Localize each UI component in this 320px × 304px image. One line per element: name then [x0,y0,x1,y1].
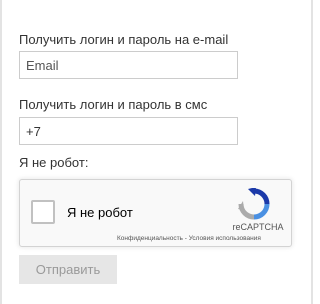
left-edge-divider [0,0,2,304]
recaptcha-widget: Я не робот reCAPTCHA Конфиденциальность … [19,179,292,247]
email-section-label: Получить логин и пароль на e-mail [19,32,229,47]
terms-link[interactable]: Условия использования [189,235,261,242]
email-input[interactable] [19,51,238,79]
phone-input[interactable] [19,117,238,145]
privacy-link[interactable]: Конфиденциальность [117,235,183,242]
submit-button[interactable]: Отправить [19,255,117,284]
recaptcha-brand-text: reCAPTCHA [232,222,284,232]
recaptcha-checkbox[interactable] [31,200,55,224]
recaptcha-logo-icon [238,188,270,220]
sms-section-label: Получить логин и пароль в смс [19,97,208,112]
right-edge-divider [311,0,313,304]
recaptcha-links: Конфиденциальность - Условия использован… [117,235,261,243]
robot-section-label: Я не робот: [19,155,89,170]
recaptcha-checkbox-label[interactable]: Я не робот [67,205,133,221]
